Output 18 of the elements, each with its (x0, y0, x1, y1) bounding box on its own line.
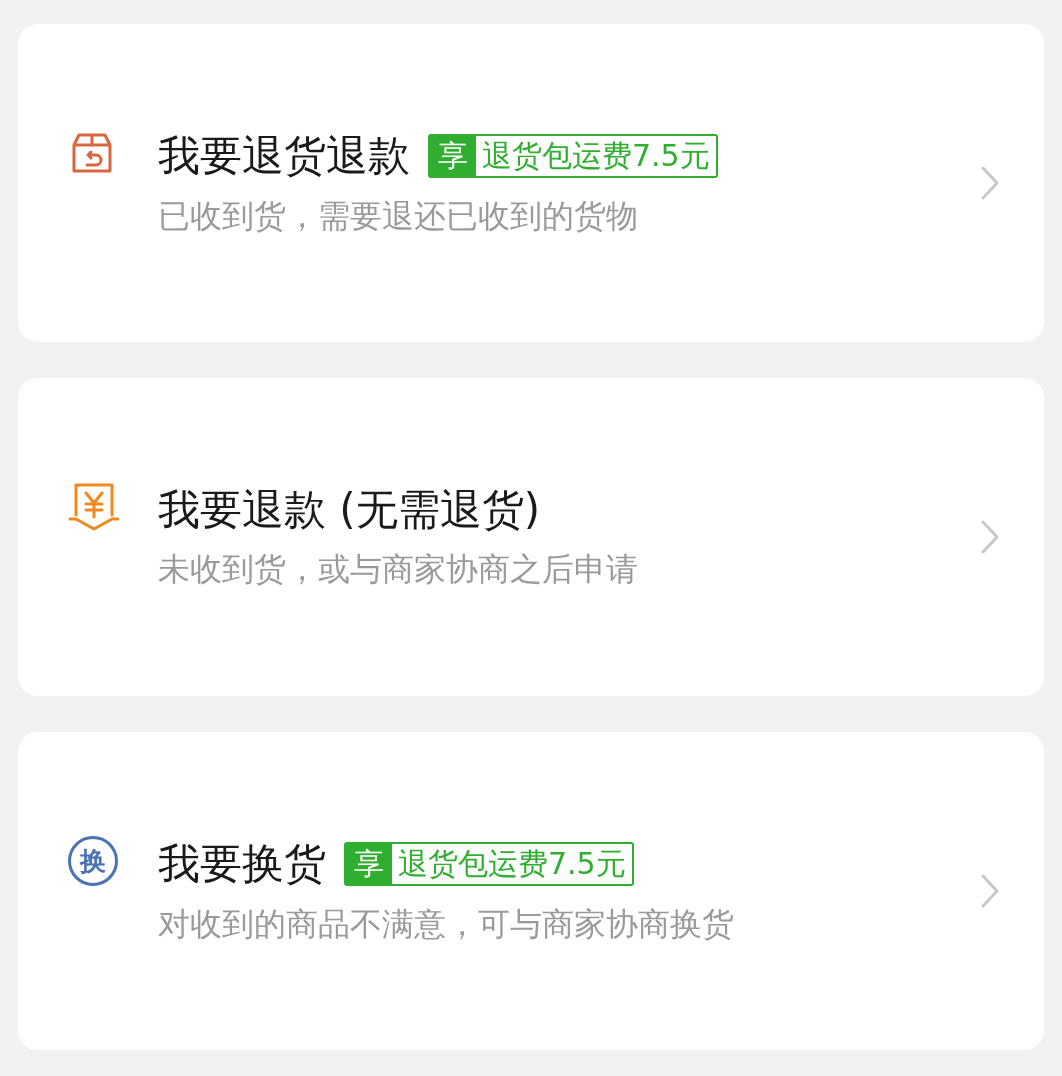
chevron-right-icon (980, 520, 1000, 554)
badge-prefix: 享 (430, 136, 476, 176)
yen-voucher-icon (68, 481, 120, 533)
option-description: 未收到货，或与商家协商之后申请 (158, 553, 639, 585)
option-card[interactable]: 我要退款 (无需退货) 未收到货，或与商家协商之后申请 (18, 378, 1044, 696)
chevron-right-icon (980, 874, 1000, 908)
badge-text: 退货包运费7.5元 (397, 845, 627, 883)
badge-text: 退货包运费7.5元 (481, 137, 711, 175)
chevron-right-icon (980, 166, 1000, 200)
option-description: 对收到的商品不满意，可与商家协商换货 (158, 908, 735, 940)
option-card[interactable]: 换 我要换货 享 退货包运费7.5元 对收到的商品不满意，可与商家协商换货 (18, 732, 1044, 1050)
exchange-icon: 换 (68, 836, 118, 886)
option-card[interactable]: 我要退货退款 享 退货包运费7.5元 已收到货，需要退还已收到的货物 (18, 24, 1044, 342)
option-description: 已收到货，需要退还已收到的货物 (158, 200, 639, 232)
option-title: 我要退款 (无需退货) (158, 489, 541, 531)
badge-prefix: 享 (346, 844, 392, 884)
option-title: 我要换货 (158, 843, 326, 885)
option-title: 我要退货退款 (158, 135, 410, 177)
